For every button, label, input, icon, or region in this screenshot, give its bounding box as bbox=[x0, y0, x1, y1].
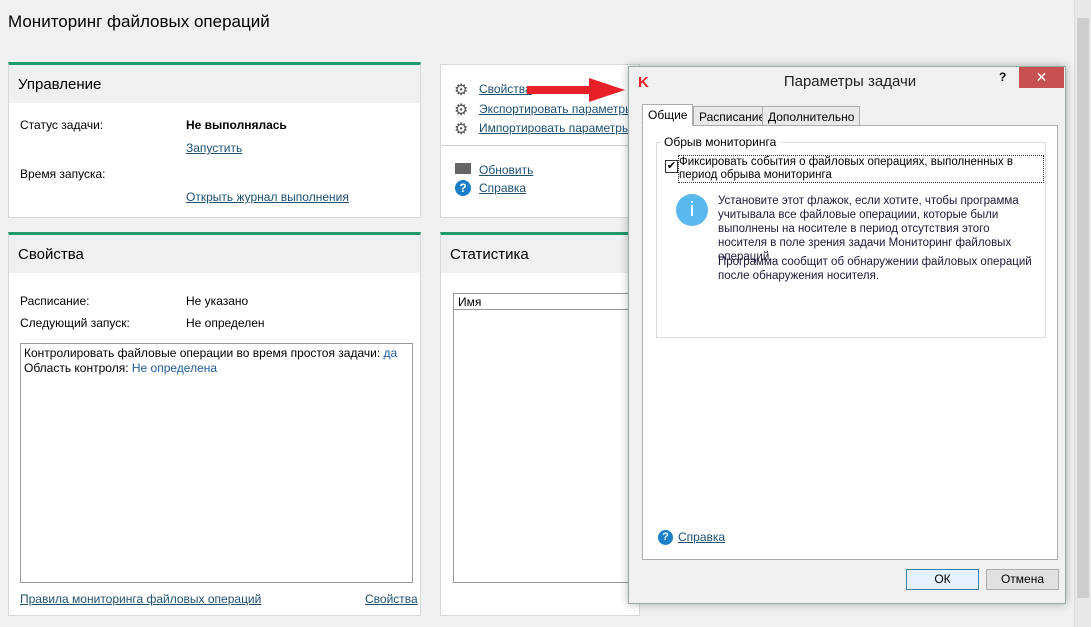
scope-label: Область контроля: bbox=[24, 361, 132, 375]
import-action[interactable]: Импортировать параметры bbox=[479, 121, 631, 135]
properties-title: Свойства bbox=[9, 235, 420, 273]
schedule-label: Расписание: bbox=[20, 294, 90, 308]
dialog-help-button[interactable]: ? bbox=[999, 70, 1006, 84]
properties-link[interactable]: Свойства bbox=[365, 592, 418, 606]
statistics-title: Статистика bbox=[441, 235, 639, 273]
start-time-label: Время запуска: bbox=[20, 167, 106, 181]
tab-schedule[interactable]: Расписание bbox=[693, 106, 772, 126]
control-title: Управление bbox=[9, 65, 420, 103]
import-icon: ⚙ bbox=[454, 121, 469, 138]
statistics-panel: Статистика Имя bbox=[440, 232, 643, 616]
gear-icon: ⚙ bbox=[454, 82, 469, 99]
red-arrow-icon bbox=[527, 78, 625, 102]
log-link[interactable]: Открыть журнал выполнения bbox=[186, 190, 349, 204]
close-button[interactable]: ✕ bbox=[1019, 67, 1064, 88]
refresh-action[interactable]: Обновить bbox=[479, 163, 533, 177]
dialog-help-link[interactable]: Справка bbox=[678, 530, 725, 544]
tab-general[interactable]: Общие bbox=[642, 104, 694, 126]
tab-advanced[interactable]: Дополнительно bbox=[762, 106, 861, 126]
help-icon: ? bbox=[455, 180, 471, 196]
properties-summary: Контролировать файловые операции во врем… bbox=[20, 343, 413, 583]
idle-control-label: Контролировать файловые операции во врем… bbox=[24, 346, 384, 360]
group-title: Обрыв мониторинга bbox=[661, 135, 780, 149]
monitor-icon bbox=[455, 163, 471, 174]
column-header-name[interactable]: Имя bbox=[454, 294, 642, 310]
status-value: Не выполнялась bbox=[186, 118, 287, 132]
next-run-label: Следующий запуск: bbox=[20, 316, 130, 330]
statistics-table: Имя bbox=[453, 293, 643, 583]
ok-button[interactable]: ОК bbox=[906, 569, 979, 590]
run-link[interactable]: Запустить bbox=[186, 141, 242, 155]
help-icon: ? bbox=[658, 530, 673, 545]
idle-control-value: да bbox=[383, 346, 398, 360]
info-icon: i bbox=[676, 194, 708, 226]
monitoring-rules-link[interactable]: Правила мониторинга файловых операций bbox=[20, 592, 261, 606]
record-events-label[interactable]: Фиксировать события о файловых операциях… bbox=[678, 155, 1044, 183]
info-text: Установите этот флажок, если хотите, что… bbox=[718, 195, 1019, 263]
export-action[interactable]: Экспортировать параметры bbox=[479, 102, 634, 116]
cancel-button[interactable]: Отмена bbox=[986, 569, 1059, 590]
record-events-checkbox[interactable]: ✔ bbox=[665, 160, 678, 173]
export-icon: ⚙ bbox=[454, 102, 469, 119]
schedule-value: Не указано bbox=[186, 294, 249, 308]
divider bbox=[441, 145, 641, 146]
next-run-value: Не определен bbox=[186, 316, 265, 330]
help-action[interactable]: Справка bbox=[479, 181, 526, 195]
task-settings-dialog: K Параметры задачи ? ✕ Общие Расписание … bbox=[628, 66, 1066, 604]
info-note: Программа сообщит об обнаружении файловы… bbox=[718, 256, 1032, 282]
status-label: Статус задачи: bbox=[20, 118, 104, 132]
scope-value: Не определена bbox=[131, 361, 218, 375]
properties-action[interactable]: Свойства bbox=[479, 82, 532, 96]
control-panel: Управление Статус задачи: Не выполнялась… bbox=[8, 62, 421, 218]
scrollbar[interactable] bbox=[1074, 0, 1091, 627]
page-title: Мониторинг файловых операций bbox=[8, 12, 270, 31]
properties-panel: Свойства Расписание: Не указано Следующи… bbox=[8, 232, 421, 616]
